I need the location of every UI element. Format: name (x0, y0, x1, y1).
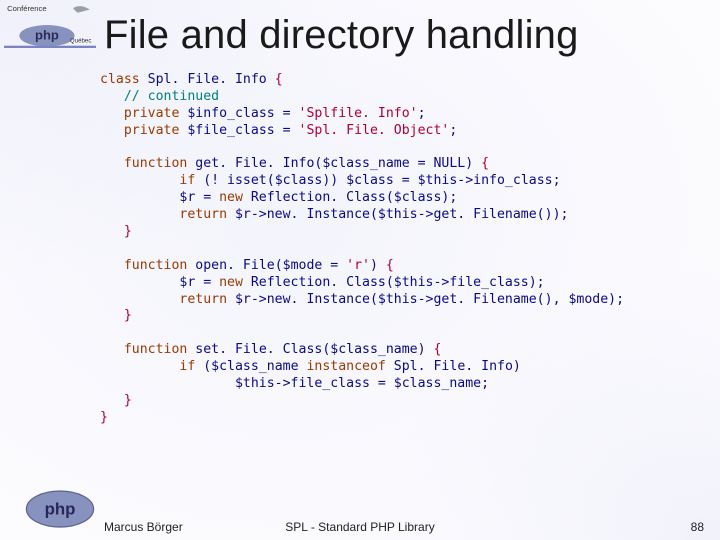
code-token-id: open. File($mode = (195, 258, 346, 273)
code-token-kw: new (219, 190, 251, 205)
code-token-id (100, 173, 179, 188)
code-token-id (100, 393, 124, 408)
svg-text:Québec: Québec (70, 38, 91, 45)
code-token-kw: class (100, 72, 148, 87)
code-token-id (100, 258, 124, 273)
code-token-kw: function (124, 258, 195, 273)
svg-text:Conférence: Conférence (7, 4, 47, 13)
code-token-id: $r = (100, 190, 219, 205)
code-token-id (100, 106, 124, 121)
code-token-str: 'Splfile. Info' (299, 106, 418, 121)
code-token-kw: function (124, 342, 195, 357)
svg-text:php: php (35, 28, 59, 43)
code-token-br: } (124, 393, 132, 408)
code-token-kw: instanceof (306, 359, 393, 374)
conference-php-quebec-logo: php Conférence Québec (4, 2, 96, 50)
code-token-id: Spl. File. Info (148, 72, 275, 87)
code-token-id: ) (370, 258, 386, 273)
svg-text:php: php (45, 499, 76, 518)
code-token-id: get. File. Info($class_name = NULL) (195, 156, 481, 171)
code-token-br: } (124, 308, 132, 323)
code-token-id (100, 207, 179, 222)
code-token-id: Reflection. Class($this->file_class); (251, 275, 545, 290)
code-token-id: $r = (100, 275, 219, 290)
footer-title: SPL - Standard PHP Library (0, 520, 720, 534)
code-token-kw: return (179, 207, 235, 222)
code-token-id: $r->new. Instance($this->get. Filename()… (235, 292, 624, 307)
code-token-id: ; (418, 106, 426, 121)
code-token-id: ; (449, 123, 457, 138)
code-token-br: { (275, 72, 283, 87)
code-token-id: $file_class = (187, 123, 298, 138)
code-token-id: Reflection. Class($class); (251, 190, 457, 205)
code-token-kw: if (179, 359, 203, 374)
code-token-br: } (100, 410, 108, 425)
code-token-id (100, 308, 124, 323)
code-token-id (100, 123, 124, 138)
code-token-id: $info_class = (187, 106, 298, 121)
footer-page-number: 88 (691, 520, 704, 534)
slide: php Conférence Québec php File and direc… (0, 0, 720, 540)
code-token-id: set. File. Class($class_name) (195, 342, 433, 357)
code-token-id: ($class_name (203, 359, 306, 374)
code-token-com: // continued (124, 89, 219, 104)
code-token-br: { (481, 156, 489, 171)
code-token-br: } (124, 224, 132, 239)
code-token-id: Spl. File. Info) (394, 359, 521, 374)
code-token-id: $r->new. Instance($this->get. Filename()… (235, 207, 568, 222)
code-token-id (100, 156, 124, 171)
code-token-id: $this->file_class = $class_name; (100, 376, 489, 391)
code-token-br: { (433, 342, 441, 357)
code-token-str: 'Spl. File. Object' (299, 123, 450, 138)
code-token-kw: private (124, 123, 188, 138)
slide-title: File and directory handling (104, 14, 708, 56)
code-token-kw: new (219, 275, 251, 290)
code-listing: class Spl. File. Info { // continued pri… (100, 72, 696, 512)
code-token-kw: function (124, 156, 195, 171)
code-token-id (100, 342, 124, 357)
code-token-id (100, 224, 124, 239)
code-token-br: { (386, 258, 394, 273)
code-token-kw: private (124, 106, 188, 121)
code-token-id (100, 89, 124, 104)
code-token-id (100, 292, 179, 307)
code-token-id: (! isset($class)) $class = $this->info_c… (203, 173, 560, 188)
code-token-kw: return (179, 292, 235, 307)
code-token-id (100, 359, 179, 374)
code-token-kw: if (179, 173, 203, 188)
code-token-str: 'r' (346, 258, 370, 273)
